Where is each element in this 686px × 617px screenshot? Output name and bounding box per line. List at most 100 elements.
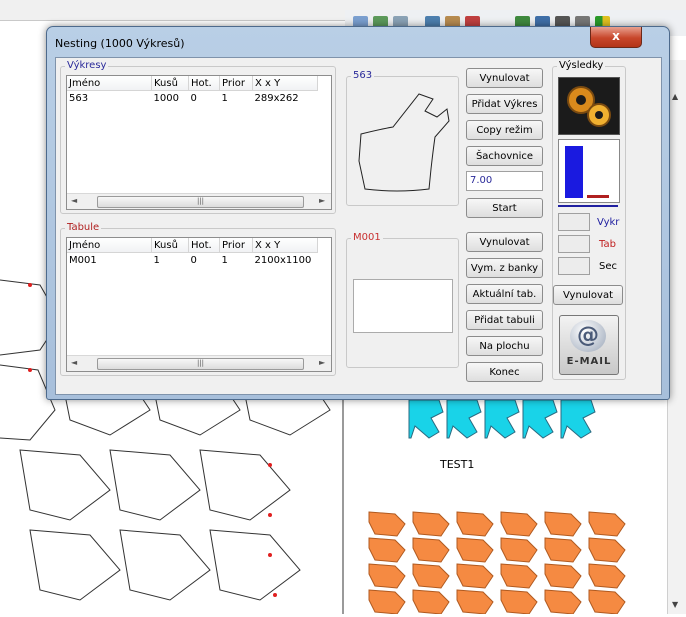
cell-name: M001 bbox=[69, 254, 97, 266]
list-header: Jméno Kusů Hot. Prior X x Y bbox=[67, 238, 318, 253]
nesting-window: Nesting (1000 Výkresů) x Výkresy Jméno K… bbox=[46, 26, 670, 400]
email-button[interactable]: @ E-MAIL bbox=[559, 315, 619, 375]
vykresy-legend: Výkresy bbox=[65, 60, 109, 72]
preview-group-top: 563 bbox=[346, 70, 459, 206]
scroll-down-icon[interactable]: ▼ bbox=[672, 600, 678, 609]
start-button[interactable]: Start bbox=[466, 198, 543, 218]
cell-name: 563 bbox=[69, 92, 89, 104]
part-shape-preview bbox=[358, 93, 450, 192]
pridat-tabuli-button[interactable]: Přidat tabuli bbox=[466, 310, 543, 330]
tabule-group: Tabule Jméno Kusů Hot. Prior X x Y M001 … bbox=[60, 222, 336, 376]
tabule-legend: Tabule bbox=[65, 222, 102, 234]
column-header[interactable]: Jméno bbox=[67, 76, 152, 91]
orange-part bbox=[368, 563, 406, 589]
vykresy-group: Výkresy Jméno Kusů Hot. Prior X x Y 563 … bbox=[60, 60, 336, 214]
horizontal-scrollbar[interactable]: ◄ ||| ► bbox=[67, 193, 331, 209]
orange-part bbox=[544, 589, 582, 615]
drawings-bar bbox=[565, 146, 583, 198]
column-header[interactable]: Prior bbox=[219, 238, 253, 253]
list-header: Jméno Kusů Hot. Prior X x Y bbox=[67, 76, 318, 91]
orange-part bbox=[500, 537, 538, 563]
cell-size: 2100x1100 bbox=[254, 254, 312, 266]
orange-part bbox=[412, 511, 450, 537]
scroll-right-icon[interactable]: ► bbox=[319, 358, 325, 367]
vykr-indicator bbox=[558, 213, 590, 231]
table-row[interactable]: 563 1000 0 1 289x262 bbox=[67, 91, 318, 106]
orange-part bbox=[588, 589, 626, 615]
sheets-bar bbox=[587, 195, 609, 198]
cell-done: 0 bbox=[190, 92, 197, 104]
cell-done: 0 bbox=[190, 254, 197, 266]
orange-part bbox=[588, 511, 626, 537]
results-bar-chart bbox=[558, 139, 620, 203]
orange-part bbox=[456, 511, 494, 537]
copy-rezim-button[interactable]: Copy režim bbox=[466, 120, 543, 140]
konec-button[interactable]: Konec bbox=[466, 362, 543, 382]
column-header[interactable]: Hot. bbox=[188, 76, 220, 91]
horizontal-scrollbar[interactable]: ◄ ||| ► bbox=[67, 355, 331, 371]
orange-part bbox=[456, 537, 494, 563]
table-row[interactable]: M001 1 0 1 2100x1100 bbox=[67, 253, 318, 268]
na-plochu-button[interactable]: Na plochu bbox=[466, 336, 543, 356]
tab-label: Tab bbox=[599, 239, 616, 250]
orange-part bbox=[544, 537, 582, 563]
window-title: Nesting (1000 Výkresů) bbox=[55, 37, 185, 50]
aktualni-tab-button[interactable]: Aktuální tab. bbox=[466, 284, 543, 304]
orange-part bbox=[412, 589, 450, 615]
vym-z-banky-button[interactable]: Vym. z banky bbox=[466, 258, 543, 278]
orange-part bbox=[500, 563, 538, 589]
sheet-label: TEST1 bbox=[440, 458, 475, 471]
teal-part bbox=[408, 399, 444, 439]
orange-part bbox=[412, 537, 450, 563]
teal-part bbox=[446, 399, 482, 439]
teal-part bbox=[560, 399, 596, 439]
pridat-vykres-button[interactable]: Přidat Výkres bbox=[466, 94, 543, 114]
column-header[interactable]: Jméno bbox=[67, 238, 152, 253]
column-header[interactable]: Kusů bbox=[151, 76, 189, 91]
scroll-left-icon[interactable]: ◄ bbox=[71, 196, 77, 205]
cell-priority: 1 bbox=[221, 254, 228, 266]
tab-indicator bbox=[558, 235, 590, 253]
vykr-label: Vykr bbox=[597, 217, 620, 228]
gears-icon[interactable] bbox=[558, 77, 620, 135]
sec-label: Sec bbox=[599, 261, 617, 272]
column-header[interactable]: X x Y bbox=[252, 238, 318, 253]
orange-part bbox=[456, 563, 494, 589]
divider bbox=[558, 205, 618, 207]
orange-part bbox=[500, 511, 538, 537]
vysledky-legend: Výsledky bbox=[557, 60, 606, 72]
tabule-list[interactable]: Jméno Kusů Hot. Prior X x Y M001 1 0 1 2… bbox=[66, 237, 332, 372]
vynulovat-results-button[interactable]: Vynulovat bbox=[553, 285, 623, 305]
vykresy-list[interactable]: Jméno Kusů Hot. Prior X x Y 563 1000 0 1… bbox=[66, 75, 332, 210]
vynulovat-tabule-button[interactable]: Vynulovat bbox=[466, 232, 543, 252]
sheet-shape-preview bbox=[353, 279, 453, 333]
orange-part bbox=[500, 589, 538, 615]
close-button[interactable]: x bbox=[590, 27, 642, 48]
orange-part bbox=[368, 511, 406, 537]
preview-top-label: 563 bbox=[351, 70, 375, 82]
window-client-area: Výkresy Jméno Kusů Hot. Prior X x Y 563 … bbox=[55, 57, 662, 395]
column-header[interactable]: Kusů bbox=[151, 238, 189, 253]
column-header[interactable]: X x Y bbox=[252, 76, 318, 91]
sec-indicator bbox=[558, 257, 590, 275]
cell-size: 289x262 bbox=[254, 92, 299, 104]
spacing-value-field[interactable]: 7.00 bbox=[466, 171, 543, 191]
vynulovat-vykresy-button[interactable]: Vynulovat bbox=[466, 68, 543, 88]
scrollbar-thumb[interactable]: ||| bbox=[97, 196, 304, 208]
column-header[interactable]: Hot. bbox=[188, 238, 220, 253]
at-sign-icon: @ bbox=[570, 320, 606, 352]
email-label: E-MAIL bbox=[566, 356, 612, 367]
orange-part bbox=[456, 589, 494, 615]
scroll-left-icon[interactable]: ◄ bbox=[71, 358, 77, 367]
sachovnice-button[interactable]: Šachovnice bbox=[466, 146, 543, 166]
orange-part bbox=[368, 589, 406, 615]
orange-part bbox=[588, 563, 626, 589]
preview-bottom-label: M001 bbox=[351, 232, 383, 244]
cell-count: 1000 bbox=[153, 92, 179, 104]
orange-part bbox=[544, 511, 582, 537]
cell-count: 1 bbox=[153, 254, 160, 266]
scroll-up-icon[interactable]: ▲ bbox=[672, 92, 678, 101]
column-header[interactable]: Prior bbox=[219, 76, 253, 91]
scrollbar-thumb[interactable]: ||| bbox=[97, 358, 304, 370]
scroll-right-icon[interactable]: ► bbox=[319, 196, 325, 205]
